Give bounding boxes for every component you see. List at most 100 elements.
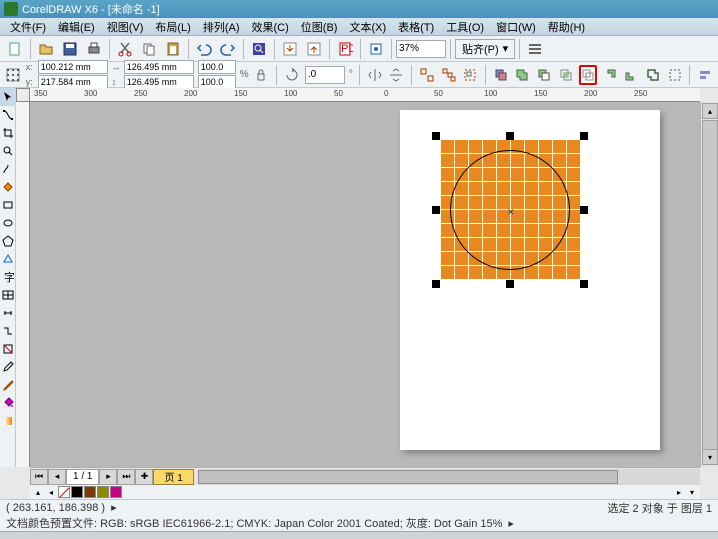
palette-up-button[interactable]: ▴ xyxy=(32,486,44,498)
next-page-button[interactable]: ▸ xyxy=(99,469,117,485)
selection-handle-mr[interactable] xyxy=(580,206,588,214)
selection-handle-br[interactable] xyxy=(580,280,588,288)
cut-button[interactable] xyxy=(114,38,136,60)
menu-arrange[interactable]: 排列(A) xyxy=(197,18,246,36)
page-indicator[interactable]: 1 / 1 xyxy=(66,469,99,485)
align-button[interactable] xyxy=(696,65,714,85)
zoom-input[interactable] xyxy=(396,40,446,58)
scale-x-input[interactable] xyxy=(198,60,236,74)
horizontal-scrollbar[interactable] xyxy=(198,469,700,485)
selection-handle-tr[interactable] xyxy=(580,132,588,140)
combine-button[interactable] xyxy=(492,65,510,85)
menu-bitmaps[interactable]: 位图(B) xyxy=(295,18,344,36)
add-page-button[interactable]: ✚ xyxy=(135,469,153,485)
simplify-button[interactable] xyxy=(579,65,597,85)
selection-handle-bl[interactable] xyxy=(432,280,440,288)
menu-layout[interactable]: 布局(L) xyxy=(149,18,196,36)
selection-handle-bc[interactable] xyxy=(506,280,514,288)
mirror-h-button[interactable] xyxy=(366,65,384,85)
first-page-button[interactable]: ⏮ xyxy=(30,469,48,485)
last-page-button[interactable]: ⏭ xyxy=(117,469,135,485)
outline-tool[interactable] xyxy=(0,376,16,394)
menu-file[interactable]: 文件(F) xyxy=(4,18,52,36)
color-swatch-magenta[interactable] xyxy=(110,486,122,498)
copy-button[interactable] xyxy=(138,38,160,60)
front-minus-back-button[interactable] xyxy=(601,65,619,85)
ruler-origin[interactable] xyxy=(16,88,30,102)
menu-help[interactable]: 帮助(H) xyxy=(542,18,591,36)
page-tab-1[interactable]: 页 1 xyxy=(153,469,193,485)
polygon-tool[interactable] xyxy=(0,232,16,250)
zoom-tool[interactable] xyxy=(0,142,16,160)
smart-fill-tool[interactable] xyxy=(0,178,16,196)
y-input[interactable] xyxy=(38,75,108,89)
vscroll-thumb[interactable] xyxy=(702,120,718,450)
interactive-tool[interactable] xyxy=(0,340,16,358)
freehand-tool[interactable] xyxy=(0,160,16,178)
hscroll-thumb[interactable] xyxy=(198,470,618,484)
interactive-fill-tool[interactable] xyxy=(0,412,16,430)
vertical-scrollbar[interactable]: ▴ ▾ xyxy=(700,102,718,467)
palette-left-button[interactable]: ◂ xyxy=(45,486,57,498)
eyedropper-tool[interactable] xyxy=(0,358,16,376)
palette-down-button[interactable]: ▾ xyxy=(686,486,698,498)
create-boundary-button[interactable] xyxy=(666,65,684,85)
vertical-ruler[interactable] xyxy=(16,102,30,467)
paste-button[interactable] xyxy=(162,38,184,60)
new-button[interactable] xyxy=(4,38,26,60)
trim-button[interactable] xyxy=(535,65,553,85)
pick-tool[interactable] xyxy=(0,88,16,106)
scroll-up-button[interactable]: ▴ xyxy=(702,103,718,119)
width-input[interactable] xyxy=(124,60,194,74)
options-button[interactable] xyxy=(524,38,546,60)
status-next-icon[interactable]: ▸ xyxy=(111,501,117,514)
prev-page-button[interactable]: ◂ xyxy=(48,469,66,485)
connector-tool[interactable] xyxy=(0,322,16,340)
dimension-tool[interactable] xyxy=(0,304,16,322)
group-button[interactable] xyxy=(461,65,479,85)
angle-input[interactable] xyxy=(305,66,345,84)
basic-shapes-tool[interactable] xyxy=(0,250,16,268)
save-button[interactable] xyxy=(59,38,81,60)
redo-button[interactable] xyxy=(217,38,239,60)
undo-button[interactable] xyxy=(193,38,215,60)
scroll-down-button[interactable]: ▾ xyxy=(702,449,718,465)
print-button[interactable] xyxy=(83,38,105,60)
back-minus-front-button[interactable] xyxy=(622,65,640,85)
weld-button[interactable] xyxy=(514,65,532,85)
mirror-v-button[interactable] xyxy=(387,65,405,85)
scale-y-input[interactable] xyxy=(198,75,236,89)
table-tool[interactable] xyxy=(0,286,16,304)
menu-window[interactable]: 窗口(W) xyxy=(490,18,542,36)
ellipse-tool[interactable] xyxy=(0,214,16,232)
x-input[interactable] xyxy=(38,60,108,74)
boundary-button[interactable] xyxy=(644,65,662,85)
crop-tool[interactable] xyxy=(0,124,16,142)
color-swatch-olive[interactable] xyxy=(97,486,109,498)
ungroup-all-button[interactable] xyxy=(440,65,458,85)
export-button[interactable] xyxy=(303,38,325,60)
lock-ratio-button[interactable] xyxy=(253,65,271,85)
selection-center-icon[interactable]: ✕ xyxy=(507,207,515,218)
open-button[interactable] xyxy=(35,38,57,60)
palette-right-button[interactable]: ▸ xyxy=(673,486,685,498)
origin-picker-icon[interactable] xyxy=(4,65,22,85)
no-color-swatch[interactable] xyxy=(58,486,70,498)
fill-tool[interactable] xyxy=(0,394,16,412)
intersect-button[interactable] xyxy=(557,65,575,85)
height-input[interactable] xyxy=(124,75,194,89)
menu-effects[interactable]: 效果(C) xyxy=(246,18,295,36)
menu-edit[interactable]: 编辑(E) xyxy=(52,18,101,36)
profile-next-icon[interactable]: ▸ xyxy=(508,517,514,530)
drawing-canvas[interactable]: ✕ xyxy=(30,102,700,467)
menu-text[interactable]: 文本(X) xyxy=(343,18,392,36)
color-swatch-brown[interactable] xyxy=(84,486,96,498)
menu-tools[interactable]: 工具(O) xyxy=(440,18,490,36)
menu-table[interactable]: 表格(T) xyxy=(392,18,440,36)
menu-view[interactable]: 视图(V) xyxy=(101,18,150,36)
shape-tool[interactable] xyxy=(0,106,16,124)
selection-handle-tc[interactable] xyxy=(506,132,514,140)
ungroup-button[interactable] xyxy=(418,65,436,85)
horizontal-ruler[interactable]: 350 300 250 200 150 100 50 0 50 100 150 … xyxy=(30,88,700,102)
app-launcher-button[interactable] xyxy=(365,38,387,60)
